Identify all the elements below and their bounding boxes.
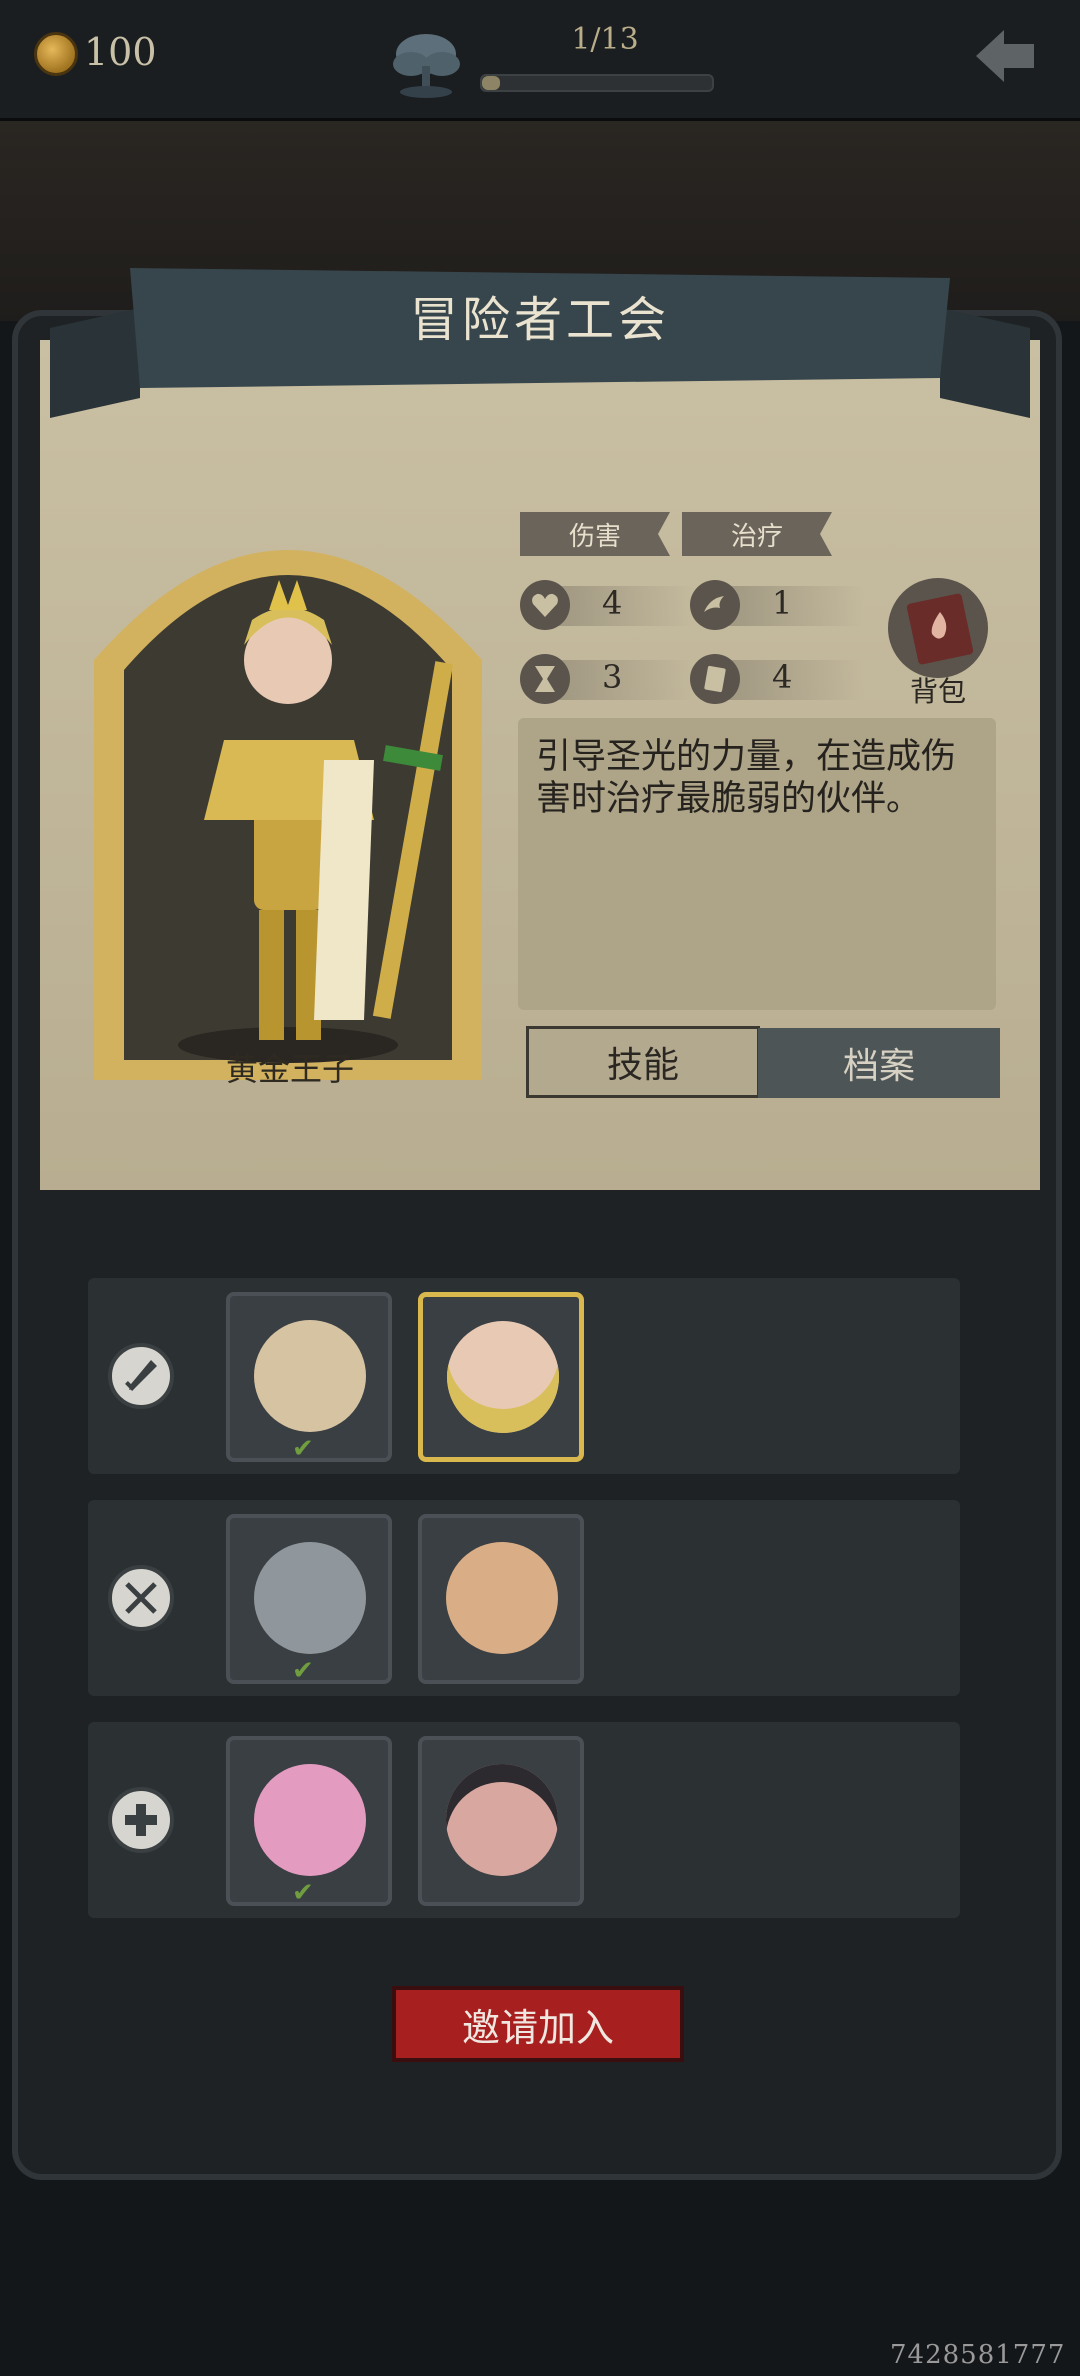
- check-icon: ✔: [292, 1878, 314, 1906]
- team-member-card[interactable]: [418, 1514, 584, 1684]
- card-icon: [690, 654, 740, 704]
- tree-icon: [393, 34, 460, 98]
- coin-count: 100: [84, 30, 157, 74]
- stat-value-health: 4: [602, 584, 623, 622]
- progress-text: 1/13: [571, 22, 639, 57]
- hero-portrait: [94, 550, 482, 1080]
- team-member-card[interactable]: [418, 1736, 584, 1906]
- invite-button[interactable]: 邀请加入: [392, 1986, 684, 2062]
- stat-value-cards: 4: [772, 658, 793, 696]
- hourglass-icon: [520, 654, 570, 704]
- crossed-weapons-icon: [108, 1565, 174, 1631]
- bow-girl-portrait: [446, 1764, 558, 1876]
- team-member-card-selected[interactable]: [418, 1292, 584, 1462]
- bag-button[interactable]: [888, 578, 988, 678]
- team-member-card[interactable]: ✔: [226, 1292, 392, 1462]
- boy-green-hat-portrait: [446, 1542, 558, 1654]
- team-member-card[interactable]: ✔: [226, 1736, 392, 1906]
- back-arrow-icon[interactable]: [970, 24, 1040, 88]
- hero-description: 引导圣光的力量，在造成伤害时治疗最脆弱的伙伴。: [536, 737, 957, 819]
- progress-fill: [482, 76, 500, 90]
- robot-portrait: [254, 1542, 366, 1654]
- tab-archive[interactable]: 档案: [758, 1028, 1000, 1098]
- page-title: 冒险者工会: [409, 292, 670, 348]
- role-tag-heal: 治疗: [682, 512, 832, 556]
- team-member-card[interactable]: ✔: [226, 1514, 392, 1684]
- top-bar: 100 1/13: [0, 0, 1080, 121]
- pink-hair-elf-portrait: [254, 1764, 366, 1876]
- bag-label: 背包: [909, 675, 966, 708]
- coin-icon: [34, 32, 78, 76]
- book-icon: [906, 593, 974, 665]
- plus-icon: [108, 1787, 174, 1853]
- golden-prince-portrait: [447, 1321, 559, 1433]
- heart-icon: [520, 580, 570, 630]
- check-icon: ✔: [292, 1656, 314, 1684]
- footer-id: 7428581777: [890, 2340, 1066, 2370]
- mouse-girl-portrait: [254, 1320, 366, 1432]
- bird-icon: [690, 580, 740, 630]
- check-icon: ✔: [292, 1434, 314, 1462]
- sword-icon: [108, 1343, 174, 1409]
- hero-name: 黄金王子: [225, 1050, 354, 1088]
- stat-value-bird: 1: [772, 584, 793, 622]
- role-tag-damage: 伤害: [520, 512, 670, 556]
- stat-value-speed: 3: [602, 658, 623, 696]
- progress-bar: [480, 74, 714, 92]
- tab-skill[interactable]: 技能: [526, 1026, 760, 1098]
